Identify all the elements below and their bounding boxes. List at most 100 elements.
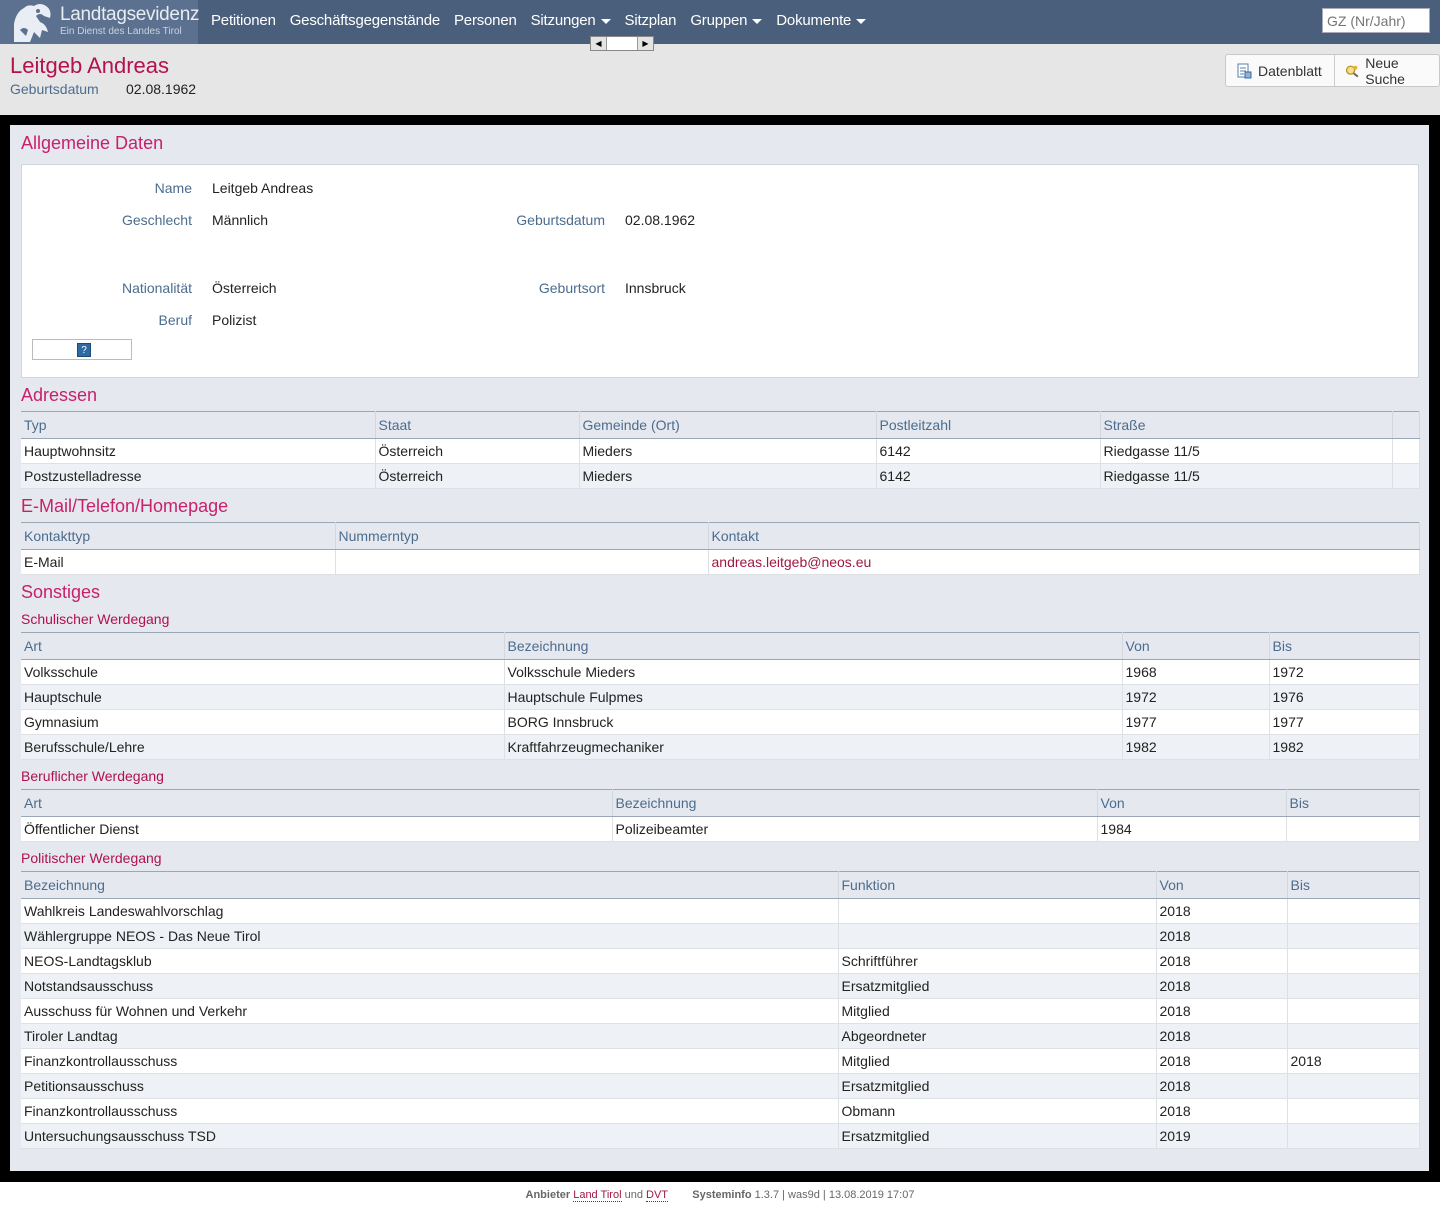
column-header[interactable]: Funktion — [838, 871, 1157, 899]
scroll-left-icon[interactable]: ◀ — [591, 37, 606, 50]
nav-item-gruppen[interactable]: Gruppen — [683, 0, 769, 44]
table-row: Wahlkreis Landeswahlvorschlag 2018 — [21, 898, 1420, 924]
section-sonstiges: Sonstiges — [21, 582, 101, 602]
column-header[interactable]: Bis — [1269, 632, 1420, 660]
nav-item-petitionen[interactable]: Petitionen — [204, 0, 283, 44]
table-cell: Riedgasse 11/5 — [1100, 463, 1393, 489]
table-row: Volksschule Volksschule Mieders 1968 1972 — [21, 659, 1420, 685]
caret-down-icon — [856, 18, 867, 24]
column-header[interactable]: Straße — [1100, 411, 1393, 439]
column-header[interactable]: Bezeichnung — [21, 871, 839, 899]
nationality-value: Österreich — [212, 280, 277, 296]
name-label: Name — [154, 180, 192, 196]
table-cell — [1287, 1098, 1420, 1124]
table-cell: 1977 — [1122, 709, 1270, 735]
table-row: Petitionsausschuss Ersatzmitglied 2018 — [21, 1073, 1420, 1099]
dvt-link[interactable]: DVT — [646, 1189, 668, 1202]
column-header[interactable]: Bezeichnung — [612, 789, 1098, 817]
column-header[interactable]: Bis — [1287, 871, 1420, 899]
table-cell: Volksschule — [21, 659, 505, 685]
column-header[interactable]: Von — [1097, 789, 1287, 817]
general-data-card: Name Leitgeb Andreas Geschlecht Männlich… — [21, 164, 1419, 378]
scroll-right-icon[interactable]: ▶ — [638, 37, 653, 50]
table-cell: Österreich — [375, 463, 580, 489]
gz-search-input[interactable] — [1322, 8, 1430, 33]
table-cell: 2018 — [1156, 948, 1288, 974]
table-cell: Ersatzmitglied — [838, 1073, 1157, 1099]
help-icon[interactable]: ? — [77, 343, 91, 357]
table-row: NEOS-Landtagsklub Schriftführer 2018 — [21, 948, 1420, 974]
career-table: Art Bezeichnung Von Bis Öffentlicher Dienst P… — [21, 789, 1420, 842]
column-header[interactable]: Bis — [1286, 789, 1420, 817]
column-header[interactable]: Gemeinde (Ort) — [579, 411, 877, 439]
birthplace-label: Geburtsort — [538, 280, 605, 296]
column-header[interactable]: Staat — [375, 411, 580, 439]
table-cell: 1982 — [1122, 734, 1270, 760]
and-text: und — [624, 1189, 643, 1201]
column-header[interactable] — [1392, 411, 1420, 439]
column-header[interactable]: Kontakttyp — [21, 522, 336, 550]
table-cell: Ersatzmitglied — [838, 1123, 1157, 1149]
table-cell: 6142 — [876, 463, 1101, 489]
email-link[interactable]: andreas.leitgeb@neos.eu — [712, 554, 872, 570]
column-header[interactable]: Von — [1156, 871, 1288, 899]
nav-item-label: Petitionen — [211, 12, 276, 29]
section-allgemeine-daten: Allgemeine Daten — [21, 133, 164, 153]
table-cell: Mieders — [579, 463, 877, 489]
political-table: Bezeichnung Funktion Von Bis Wahlkreis Lande… — [21, 871, 1420, 1149]
table-cell: 2018 — [1287, 1048, 1420, 1074]
page-title: Leitgeb Andreas — [10, 53, 170, 78]
table-cell: Hauptschule — [21, 684, 505, 710]
table-row: E-Mail andreas.leitgeb@neos.eu — [21, 549, 1420, 575]
datenblatt-label: Datenblatt — [1258, 62, 1322, 79]
subsection-political: Politischer Werdegang — [21, 850, 162, 866]
table-cell: 2019 — [1156, 1123, 1288, 1149]
sysinfo-label: Systeminfo — [692, 1189, 752, 1201]
land-tirol-link[interactable]: Land Tirol — [573, 1189, 622, 1202]
table-cell: Gymnasium — [21, 709, 505, 735]
table-cell: Petitionsausschuss — [21, 1073, 839, 1099]
table-cell: 1972 — [1269, 659, 1420, 685]
table-cell: 2018 — [1156, 898, 1288, 924]
table-row: Gymnasium BORG Innsbruck 1977 1977 — [21, 709, 1420, 735]
section-contact: E-Mail/Telefon/Homepage — [21, 496, 229, 516]
column-header[interactable]: Postleitzahl — [876, 411, 1101, 439]
scroll-thumb[interactable] — [606, 37, 638, 50]
column-header[interactable]: Art — [21, 632, 505, 660]
column-header[interactable]: Kontakt — [708, 522, 1420, 550]
contact-table: Kontakttyp Nummerntyp Kontakt E-Mail andreas… — [21, 522, 1420, 575]
caret-down-icon — [600, 18, 611, 24]
table-cell — [1287, 998, 1420, 1024]
subsection-career: Beruflicher Werdegang — [21, 768, 164, 784]
neue-suche-button[interactable]: Neue Suche — [1333, 54, 1439, 87]
help-box[interactable]: ? — [32, 339, 132, 360]
content-frame: Allgemeine Daten Name Leitgeb Andreas Ge… — [0, 115, 1440, 1182]
table-cell: Tiroler Landtag — [21, 1023, 839, 1049]
nav-item-dokumente[interactable]: Dokumente — [769, 0, 873, 44]
table-cell: Hauptwohnsitz — [21, 438, 376, 464]
school-table: Art Bezeichnung Von Bis Volksschule Volksschu… — [21, 632, 1420, 760]
table-cell: 2018 — [1156, 1023, 1288, 1049]
table-cell — [1287, 948, 1420, 974]
brand[interactable]: Landtagsevidenz Ein Dienst des Landes Ti… — [0, 0, 199, 44]
table-cell: Mitglied — [838, 998, 1157, 1024]
table-cell: Wählergruppe NEOS - Das Neue Tirol — [21, 923, 839, 949]
table-cell: 1976 — [1269, 684, 1420, 710]
column-header[interactable]: Bezeichnung — [504, 632, 1123, 660]
nav-scroller[interactable]: ◀ ▶ — [590, 36, 654, 51]
datenblatt-button[interactable]: Datenblatt — [1226, 55, 1334, 86]
nav-item-geschäftsgegenstände[interactable]: Geschäftsgegenstände — [283, 0, 447, 44]
column-header[interactable]: Art — [21, 789, 613, 817]
table-cell — [1287, 1023, 1420, 1049]
addresses-table: Typ Staat Gemeinde (Ort) Postleitzahl Straße… — [21, 411, 1420, 489]
table-row: Wählergruppe NEOS - Das Neue Tirol 2018 — [21, 923, 1420, 949]
column-header[interactable]: Nummerntyp — [335, 522, 709, 550]
column-header[interactable]: Von — [1122, 632, 1270, 660]
neue-suche-label: Neue Suche — [1365, 54, 1405, 87]
section-adressen: Adressen — [21, 385, 98, 405]
table-cell — [1287, 923, 1420, 949]
column-header[interactable]: Typ — [21, 411, 376, 439]
search-magnifier-icon — [1345, 65, 1359, 77]
nav-item-personen[interactable]: Personen — [447, 0, 524, 44]
table-cell: 1968 — [1122, 659, 1270, 685]
